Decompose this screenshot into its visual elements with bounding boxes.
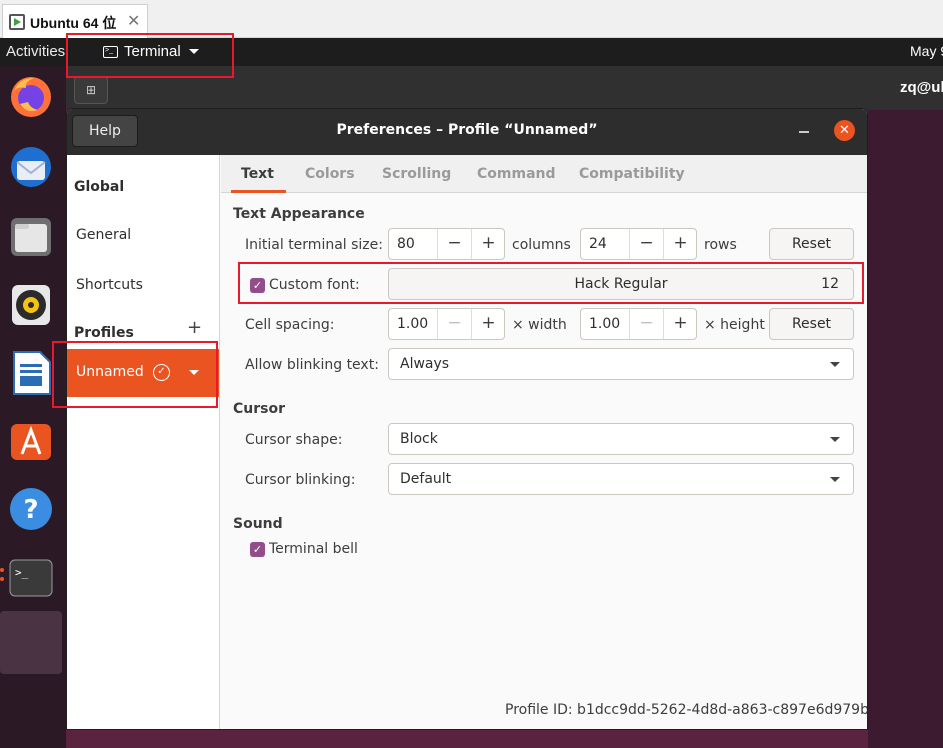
close-icon[interactable]: ✕ [834,120,855,141]
chevron-down-icon [830,362,840,367]
profile-tabs: Text Colors Scrolling Command Compatibil… [221,155,867,193]
tab-colors[interactable]: Colors [305,166,355,182]
software-icon[interactable] [8,418,54,464]
rhythmbox-icon[interactable] [8,282,54,328]
blinking-text-label: Allow blinking text: [245,357,379,373]
preferences-sidebar: Global General Shortcuts Profiles + Unna… [67,155,220,729]
height-spacing-increment[interactable]: + [663,309,697,339]
rows-unit: rows [704,237,737,253]
cell-spacing-label: Cell spacing: [245,317,335,333]
tab-command[interactable]: Command [477,166,556,182]
cursor-blinking-dropdown[interactable]: Default [388,463,854,495]
dialog-headerbar: Help Preferences – Profile “Unnamed” ✕ [67,109,867,155]
thunderbird-icon[interactable] [8,144,54,190]
columns-spinbutton[interactable]: 80 − + [388,228,505,260]
running-indicator [0,568,4,572]
width-spacing-spinbutton[interactable]: 1.00 − + [388,308,505,340]
chevron-down-icon [830,477,840,482]
rows-increment[interactable]: + [663,229,697,259]
new-tab-icon[interactable]: ⊞ [74,76,108,104]
cursor-blinking-label: Cursor blinking: [245,472,356,488]
terminal-title: zq@ub [900,79,943,96]
svg-text:>_: >_ [15,566,29,579]
dialog-title: Preferences – Profile “Unnamed” [336,122,598,138]
columns-increment[interactable]: + [471,229,505,259]
width-spacing-increment[interactable]: + [471,309,505,339]
height-spacing-value: 1.00 [589,316,621,332]
activities-button[interactable]: Activities [6,43,65,60]
clock[interactable]: May 9 [910,43,943,59]
firefox-icon[interactable] [8,74,54,120]
width-spacing-decrement[interactable]: − [437,309,471,339]
sidebar-heading-global: Global [74,179,125,195]
vm-tab-close-icon[interactable]: ✕ [127,11,140,30]
profile-id: Profile ID: b1dcc9dd-5262-4d8d-a863-c897… [505,702,868,718]
rows-decrement[interactable]: − [629,229,663,259]
section-cursor: Cursor [233,401,286,417]
sidebar-heading-profiles: Profiles [74,325,134,341]
tab-text[interactable]: Text [241,166,274,182]
blinking-text-value: Always [400,356,450,372]
tab-scrolling[interactable]: Scrolling [382,166,451,182]
annotation-box-custom-font [238,262,864,304]
height-spacing-spinbutton[interactable]: 1.00 − + [580,308,697,340]
initial-size-label: Initial terminal size: [245,237,383,253]
annotation-box-terminal-menu [66,33,234,78]
section-sound: Sound [233,516,283,532]
sidebar-item-general[interactable]: General [76,227,131,243]
vm-play-icon [9,14,25,30]
terminal-icon[interactable]: >_ [8,556,54,602]
height-spacing-decrement[interactable]: − [629,309,663,339]
terminal-bell-checkbox[interactable]: ✓ [250,542,265,557]
svg-text:?: ? [23,495,38,525]
rows-spinbutton[interactable]: 24 − + [580,228,697,260]
active-tab-indicator [231,190,286,193]
cursor-shape-dropdown[interactable]: Block [388,423,854,455]
cursor-shape-label: Cursor shape: [245,432,343,448]
dock-active-highlight [0,611,62,674]
width-unit: × width [512,317,567,333]
vm-tab-title: Ubuntu 64 位 [30,15,117,31]
add-profile-icon[interactable]: + [187,317,202,338]
files-icon[interactable] [8,214,54,260]
minimize-icon[interactable] [799,131,809,133]
cursor-blinking-value: Default [400,471,452,487]
section-text-appearance: Text Appearance [233,206,365,222]
writer-icon[interactable] [8,350,54,396]
reset-spacing-button[interactable]: Reset [769,308,854,340]
height-unit: × height [704,317,765,333]
terminal-body [868,110,943,748]
blinking-text-dropdown[interactable]: Always [388,348,854,380]
terminal-bell-label: Terminal bell [269,541,358,557]
columns-decrement[interactable]: − [437,229,471,259]
reset-size-button[interactable]: Reset [769,228,854,260]
annotation-box-profile [52,341,218,408]
rows-value: 24 [589,236,607,252]
chevron-down-icon [830,437,840,442]
help-icon[interactable]: ? [8,486,54,532]
running-indicator [0,577,4,581]
width-spacing-value: 1.00 [397,316,429,332]
columns-unit: columns [512,237,571,253]
sidebar-item-shortcuts[interactable]: Shortcuts [76,277,143,293]
tab-compatibility[interactable]: Compatibility [579,166,685,182]
preferences-dialog: Help Preferences – Profile “Unnamed” ✕ G… [66,108,868,730]
columns-value: 80 [397,236,415,252]
cursor-shape-value: Block [400,431,438,447]
